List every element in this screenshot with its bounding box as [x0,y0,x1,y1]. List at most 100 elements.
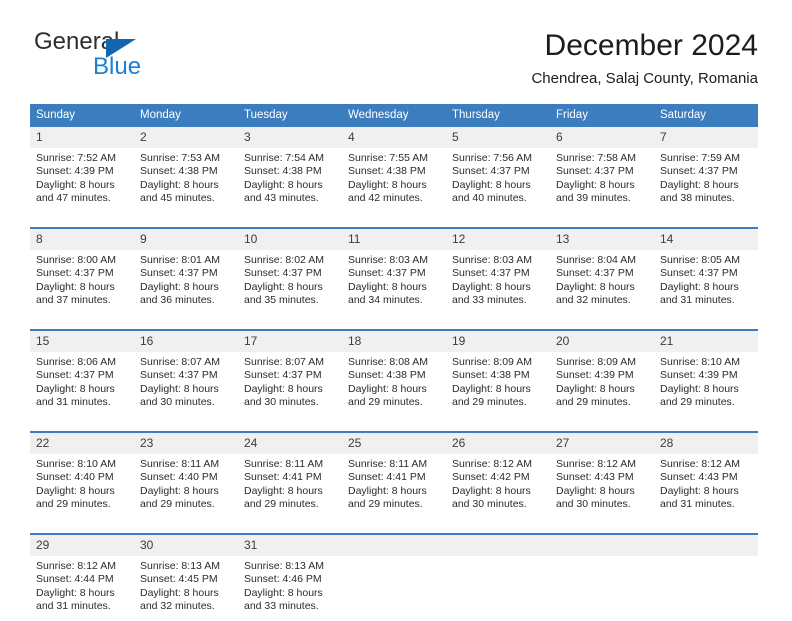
day-cell[interactable]: 3 Sunrise: 7:54 AM Sunset: 4:38 PM Daylight… [238,127,342,213]
day-cell[interactable]: 1 Sunrise: 7:52 AM Sunset: 4:39 PM Daylight… [30,127,134,213]
day-cell[interactable]: 28 Sunrise: 8:12 AM Sunset: 4:43 PM Dayligh… [654,433,758,519]
day-cell[interactable]: 15 Sunrise: 8:06 AM Sunset: 4:37 PM Dayligh… [30,331,134,417]
day-details: Sunrise: 8:03 AM Sunset: 4:37 PM Daylight:… [446,250,550,315]
daylight-text-line1: Daylight: 8 hours [140,178,219,191]
daylight-text-line2: and 39 minutes. [556,192,631,205]
day-details [342,556,446,621]
sunrise-text: Sunrise: 8:13 AM [140,560,220,572]
day-cell[interactable]: 29 Sunrise: 8:12 AM Sunset: 4:44 PM Dayligh… [30,535,134,621]
day-cell[interactable]: 26 Sunrise: 8:12 AM Sunset: 4:42 PM Dayligh… [446,433,550,519]
day-cell[interactable]: 17 Sunrise: 8:07 AM Sunset: 4:37 PM Dayligh… [238,331,342,417]
day-details: Sunrise: 8:11 AM Sunset: 4:40 PM Daylight:… [134,454,238,519]
day-cell[interactable]: 13 Sunrise: 8:04 AM Sunset: 4:37 PM Dayligh… [550,229,654,315]
day-number: 26 [446,433,550,454]
day-cell[interactable]: 12 Sunrise: 8:03 AM Sunset: 4:37 PM Dayligh… [446,229,550,315]
daylight-text-line2: and 31 minutes. [36,396,111,409]
day-details: Sunrise: 8:01 AM Sunset: 4:37 PM Daylight:… [134,250,238,315]
sunrise-text: Sunrise: 8:12 AM [452,458,532,470]
day-number: 29 [30,535,134,556]
week-spacer [30,417,758,431]
sunrise-text: Sunrise: 8:10 AM [660,356,740,368]
day-cell[interactable]: 19 Sunrise: 8:09 AM Sunset: 4:38 PM Dayligh… [446,331,550,417]
sunset-text: Sunset: 4:41 PM [244,471,322,484]
day-cell[interactable]: 24 Sunrise: 8:11 AM Sunset: 4:41 PM Dayligh… [238,433,342,519]
day-cell[interactable]: 8 Sunrise: 8:00 AM Sunset: 4:37 PM Daylight… [30,229,134,315]
day-cell[interactable]: 9 Sunrise: 8:01 AM Sunset: 4:37 PM Daylight… [134,229,238,315]
day-number: 2 [134,127,238,148]
sunrise-text: Sunrise: 8:07 AM [244,356,324,368]
day-cell[interactable]: 14 Sunrise: 8:05 AM Sunset: 4:37 PM Dayligh… [654,229,758,315]
weekday-header-friday: Friday [556,109,588,121]
day-details: Sunrise: 8:07 AM Sunset: 4:37 PM Daylight:… [134,352,238,417]
day-cell[interactable]: 16 Sunrise: 8:07 AM Sunset: 4:37 PM Dayligh… [134,331,238,417]
daylight-text-line2: and 29 minutes. [244,498,319,511]
day-details: Sunrise: 8:12 AM Sunset: 4:42 PM Daylight:… [446,454,550,519]
day-details: Sunrise: 8:09 AM Sunset: 4:39 PM Daylight:… [550,352,654,417]
day-cell[interactable]: 31 Sunrise: 8:13 AM Sunset: 4:46 PM Dayligh… [238,535,342,621]
daylight-text-line1: Daylight: 8 hours [36,586,115,599]
daylight-text-line1: Daylight: 8 hours [452,178,531,191]
daylight-text-line1: Daylight: 8 hours [140,382,219,395]
day-details [550,556,654,621]
daylight-text-line2: and 42 minutes. [348,192,423,205]
day-cell[interactable]: 2 Sunrise: 7:53 AM Sunset: 4:38 PM Daylight… [134,127,238,213]
day-cell[interactable]: 21 Sunrise: 8:10 AM Sunset: 4:39 PM Dayligh… [654,331,758,417]
day-cell[interactable]: 7 Sunrise: 7:59 AM Sunset: 4:37 PM Daylight… [654,127,758,213]
sunset-text: Sunset: 4:40 PM [36,471,114,484]
daylight-text-line1: Daylight: 8 hours [660,382,739,395]
daylight-text-line1: Daylight: 8 hours [244,280,323,293]
day-details: Sunrise: 8:12 AM Sunset: 4:43 PM Daylight:… [550,454,654,519]
day-number: 20 [550,331,654,352]
day-number: 18 [342,331,446,352]
sunset-text: Sunset: 4:37 PM [556,165,634,178]
daylight-text-line2: and 32 minutes. [556,294,631,307]
day-number: 12 [446,229,550,250]
general-blue-logo[interactable]: General Blue [34,28,264,90]
day-number: 21 [654,331,758,352]
week-spacer [30,213,758,227]
day-cell[interactable]: 10 Sunrise: 8:02 AM Sunset: 4:37 PM Dayligh… [238,229,342,315]
sunset-text: Sunset: 4:43 PM [660,471,738,484]
sunset-text: Sunset: 4:42 PM [452,471,530,484]
week-spacer [30,315,758,329]
sunset-text: Sunset: 4:37 PM [36,267,114,280]
sunset-text: Sunset: 4:44 PM [36,573,114,586]
day-cell[interactable]: 25 Sunrise: 8:11 AM Sunset: 4:41 PM Dayligh… [342,433,446,519]
day-number: 19 [446,331,550,352]
daylight-text-line2: and 40 minutes. [452,192,527,205]
sunset-text: Sunset: 4:39 PM [36,165,114,178]
day-number: 5 [446,127,550,148]
daylight-text-line1: Daylight: 8 hours [660,178,739,191]
day-cell[interactable]: 20 Sunrise: 8:09 AM Sunset: 4:39 PM Dayligh… [550,331,654,417]
day-details: Sunrise: 8:07 AM Sunset: 4:37 PM Daylight:… [238,352,342,417]
day-number: 23 [134,433,238,454]
daylight-text-line1: Daylight: 8 hours [556,484,635,497]
sunset-text: Sunset: 4:38 PM [140,165,218,178]
day-details: Sunrise: 8:00 AM Sunset: 4:37 PM Daylight:… [30,250,134,315]
day-details: Sunrise: 8:11 AM Sunset: 4:41 PM Daylight:… [238,454,342,519]
day-cell[interactable]: 30 Sunrise: 8:13 AM Sunset: 4:45 PM Dayligh… [134,535,238,621]
day-details: Sunrise: 8:04 AM Sunset: 4:37 PM Daylight:… [550,250,654,315]
daylight-text-line2: and 45 minutes. [140,192,215,205]
day-details: Sunrise: 8:13 AM Sunset: 4:46 PM Daylight:… [238,556,342,621]
daylight-text-line2: and 29 minutes. [660,396,735,409]
day-cell[interactable]: 4 Sunrise: 7:55 AM Sunset: 4:38 PM Daylight… [342,127,446,213]
day-cell[interactable]: 11 Sunrise: 8:03 AM Sunset: 4:37 PM Dayligh… [342,229,446,315]
day-cell[interactable]: 6 Sunrise: 7:58 AM Sunset: 4:37 PM Daylight… [550,127,654,213]
day-cell[interactable]: 22 Sunrise: 8:10 AM Sunset: 4:40 PM Dayligh… [30,433,134,519]
sunrise-text: Sunrise: 7:55 AM [348,152,428,164]
day-cell[interactable]: 18 Sunrise: 8:08 AM Sunset: 4:38 PM Dayligh… [342,331,446,417]
day-cell[interactable]: 27 Sunrise: 8:12 AM Sunset: 4:43 PM Dayligh… [550,433,654,519]
sunrise-text: Sunrise: 7:58 AM [556,152,636,164]
sunrise-text: Sunrise: 8:06 AM [36,356,116,368]
day-cell[interactable]: 23 Sunrise: 8:11 AM Sunset: 4:40 PM Dayligh… [134,433,238,519]
day-cell[interactable]: 5 Sunrise: 7:56 AM Sunset: 4:37 PM Daylight… [446,127,550,213]
page-title: December 2024 [544,29,758,62]
day-number: 15 [30,331,134,352]
daylight-text-line1: Daylight: 8 hours [660,484,739,497]
day-details: Sunrise: 8:12 AM Sunset: 4:43 PM Daylight:… [654,454,758,519]
sunset-text: Sunset: 4:38 PM [452,369,530,382]
daylight-text-line2: and 29 minutes. [140,498,215,511]
day-details: Sunrise: 7:52 AM Sunset: 4:39 PM Daylight:… [30,148,134,213]
sunrise-text: Sunrise: 7:52 AM [36,152,116,164]
